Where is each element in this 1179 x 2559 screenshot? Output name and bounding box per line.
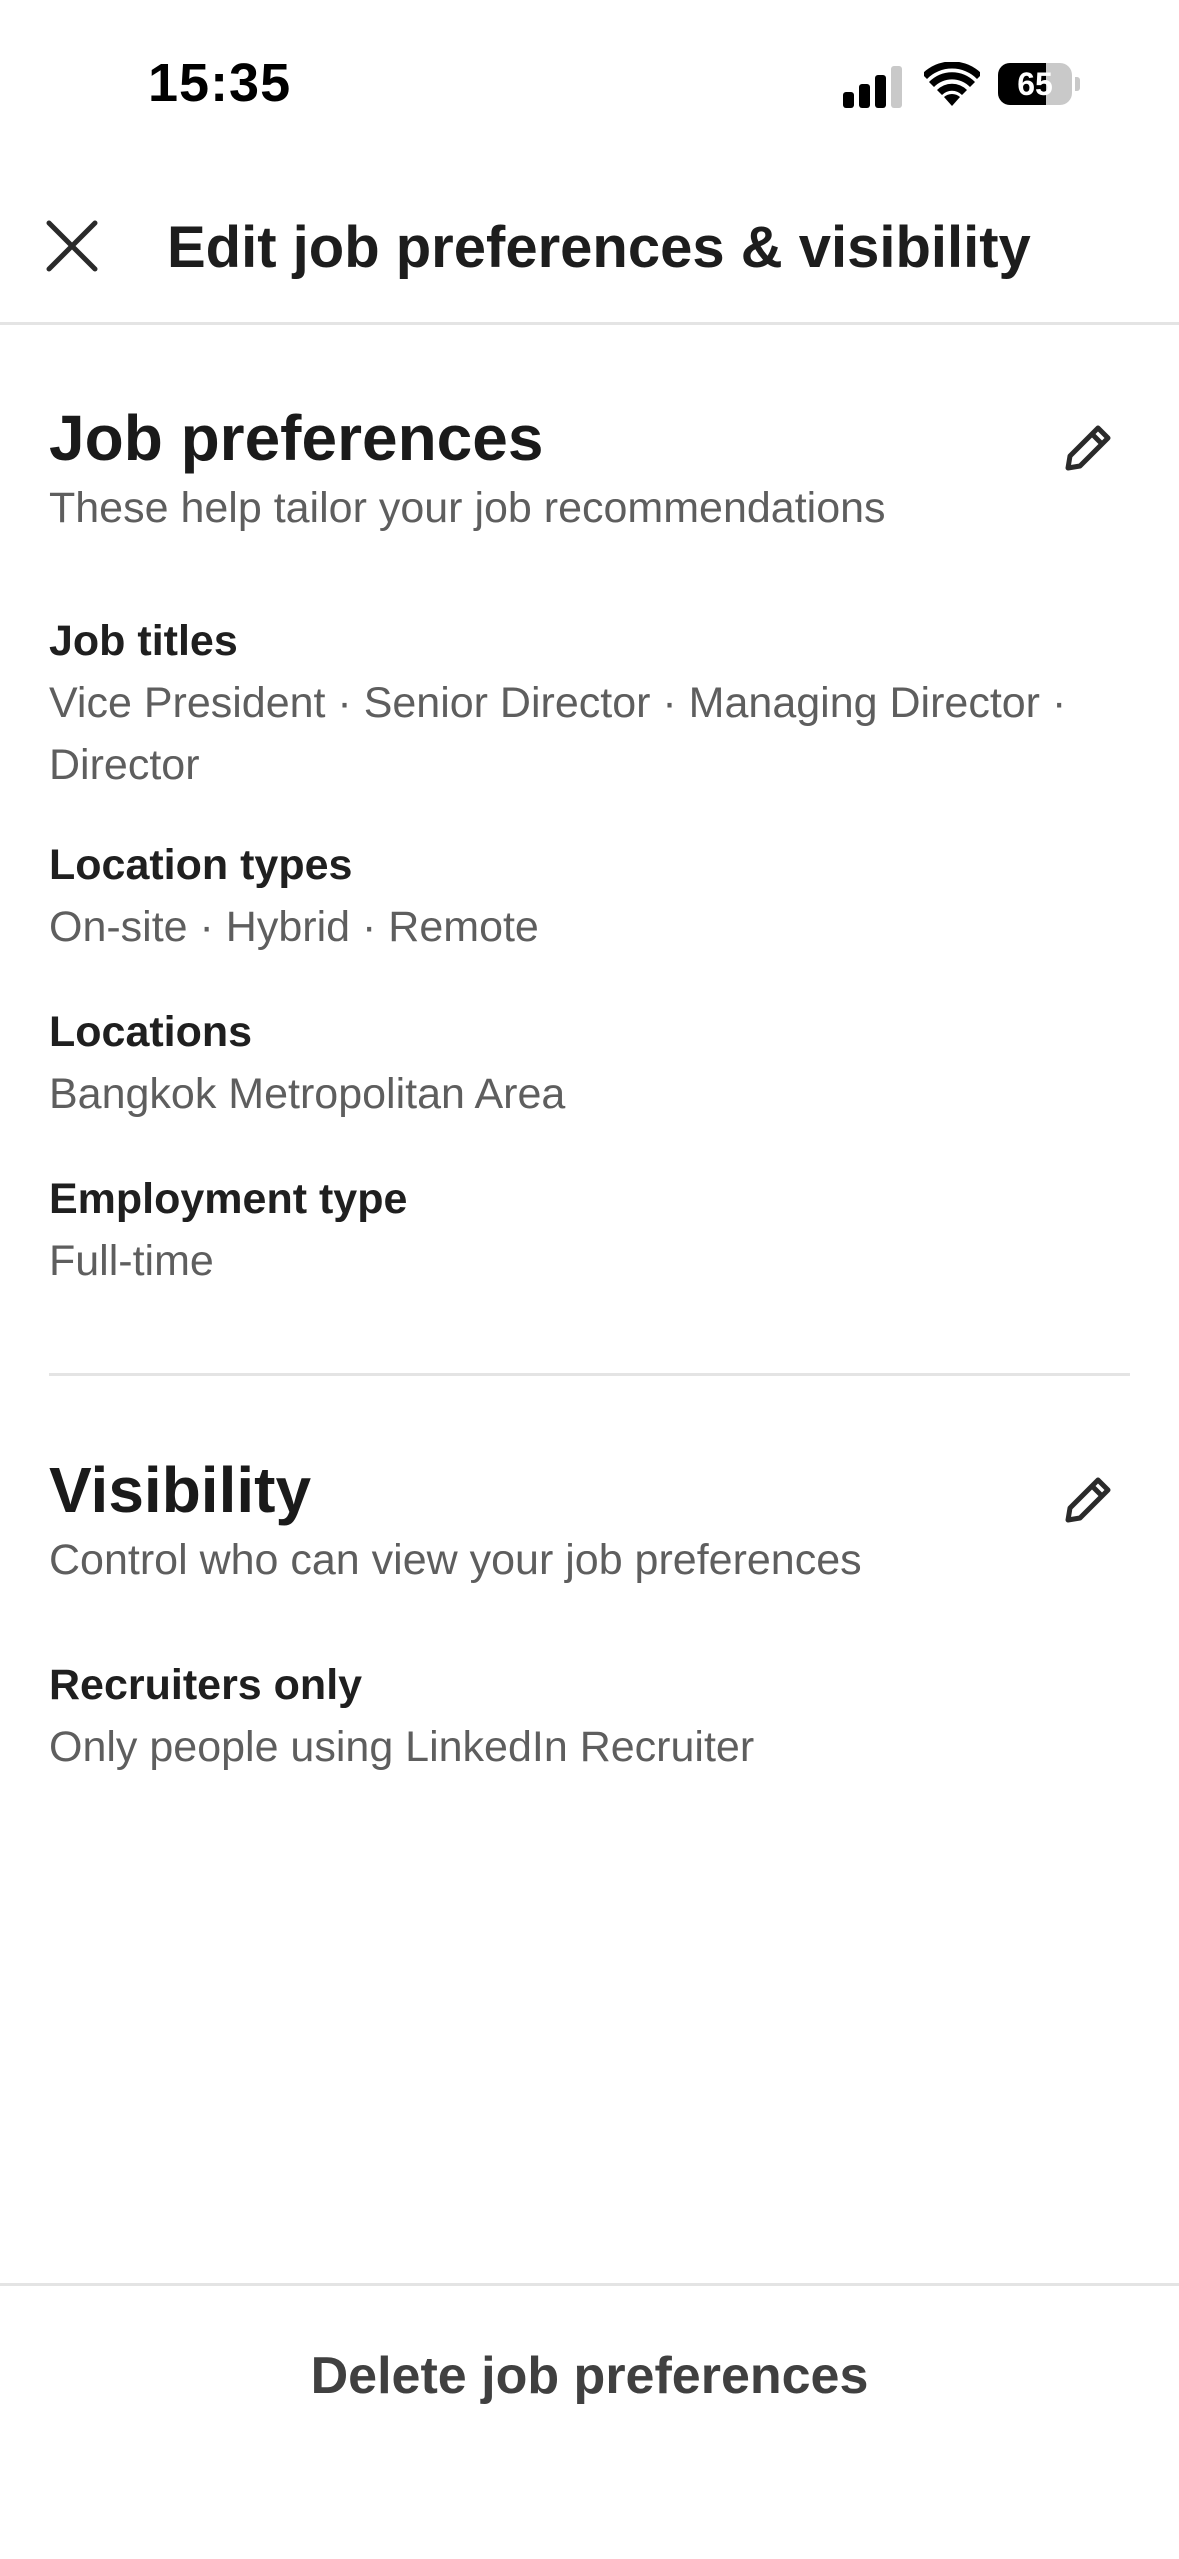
delete-job-preferences-button[interactable]: Delete job preferences (0, 2346, 1179, 2406)
field-label: Locations (49, 1008, 253, 1056)
header: Edit job preferences & visibility (0, 170, 1179, 325)
battery-level: 65 (1017, 66, 1053, 102)
battery-icon: 65 (998, 63, 1080, 105)
field-label: Employment type (49, 1175, 408, 1223)
close-icon (46, 220, 98, 272)
status-bar: 15:35 65 (0, 0, 1179, 170)
page-title: Edit job preferences & visibility (167, 215, 1031, 280)
section-divider (49, 1373, 1130, 1376)
field-value: Vice President · Senior Director · Manag… (49, 679, 1067, 789)
visibility-subtitle: Control who can view your job preference… (49, 1536, 862, 1584)
bottom-bar: Delete job preferences (0, 2283, 1179, 2559)
field-location-types: Location types On-site · Hybrid · Remote (49, 834, 1130, 958)
field-recruiters-only: Recruiters only Only people using Linked… (49, 1654, 1130, 1778)
pencil-icon (1065, 425, 1111, 471)
close-button[interactable] (40, 214, 104, 278)
field-value: Only people using LinkedIn Recruiter (49, 1723, 755, 1771)
visibility-section: Visibility Control who can view your job… (49, 1450, 1130, 1778)
visibility-title: Visibility (49, 1454, 312, 1526)
wifi-icon (924, 62, 980, 106)
edit-visibility-button[interactable] (1056, 1468, 1120, 1532)
field-value: Bangkok Metropolitan Area (49, 1070, 566, 1118)
field-label: Location types (49, 841, 353, 889)
field-label: Job titles (49, 617, 238, 665)
edit-job-preferences-button[interactable] (1056, 416, 1120, 480)
job-preferences-subtitle: These help tailor your job recommendatio… (49, 484, 886, 532)
field-locations: Locations Bangkok Metropolitan Area (49, 1001, 1130, 1125)
status-time: 15:35 (148, 53, 292, 113)
signal-icon (843, 66, 902, 108)
job-preferences-section: Job preferences These help tailor your j… (49, 398, 1130, 1292)
pencil-icon (1065, 1477, 1111, 1523)
job-preferences-title: Job preferences (49, 402, 544, 474)
field-label: Recruiters only (49, 1661, 363, 1709)
field-value: Full-time (49, 1237, 214, 1285)
field-job-titles: Job titles Vice President · Senior Direc… (49, 610, 1130, 796)
field-employment-type: Employment type Full-time (49, 1168, 1130, 1292)
field-value: On-site · Hybrid · Remote (49, 903, 539, 951)
